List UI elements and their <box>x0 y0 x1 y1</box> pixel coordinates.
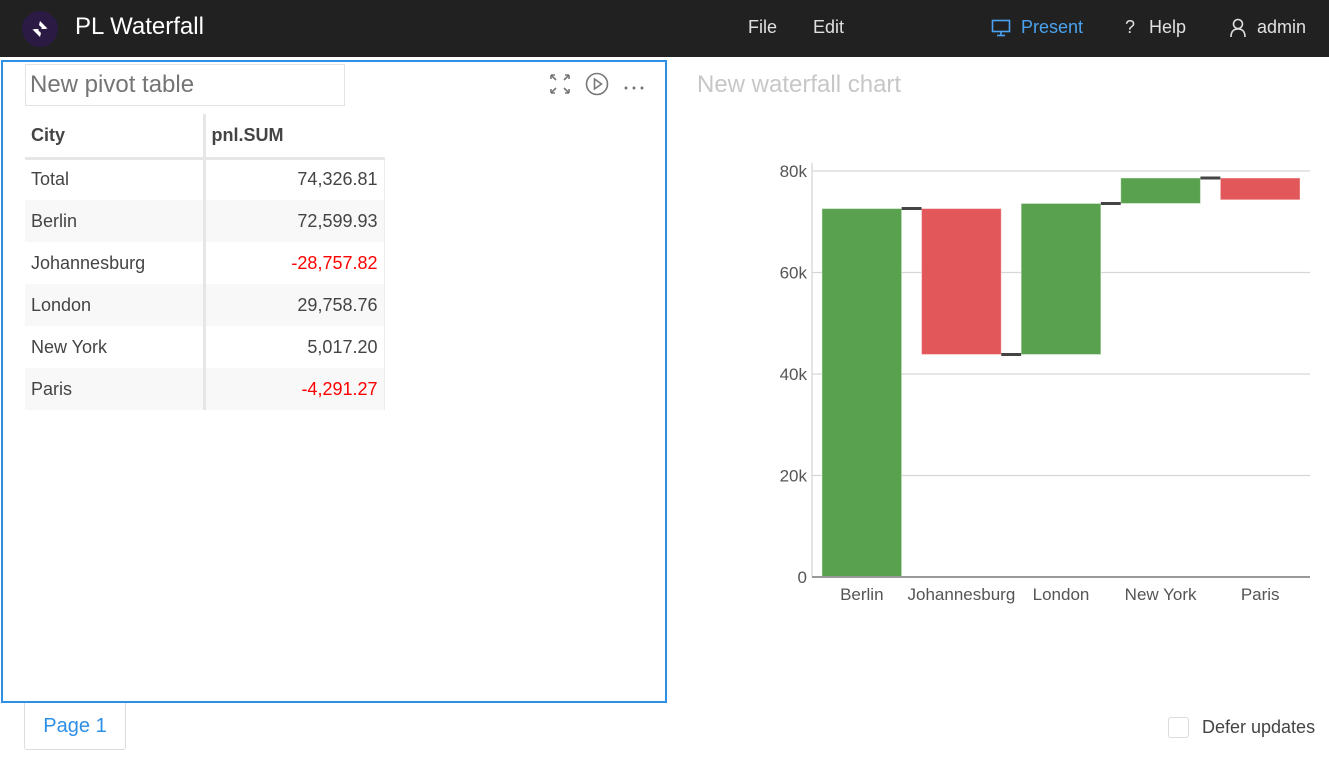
expand-icon[interactable] <box>549 73 571 100</box>
page-tab[interactable]: Page 1 <box>24 703 126 750</box>
user-menu[interactable]: admin <box>1229 17 1306 38</box>
increase-bar <box>1120 177 1201 204</box>
defer-updates-label: Defer updates <box>1202 717 1316 737</box>
x-tick-label: Johannesburg <box>908 585 1016 604</box>
column-header-pnl-sum[interactable]: pnl.SUM <box>204 114 384 160</box>
increase-bar <box>1020 202 1102 356</box>
pivot-table: City pnl.SUM Total 74,326.81 Berlin 72,599.… <box>25 114 385 410</box>
table-row[interactable]: Johannesburg -28,757.82 <box>25 242 385 284</box>
menu-edit[interactable]: Edit <box>813 17 844 38</box>
y-tick-label: 0 <box>798 568 807 587</box>
question-icon: ? <box>1125 17 1136 37</box>
pnl-sum-cell: -28,757.82 <box>204 242 385 284</box>
city-cell: Johannesburg <box>25 242 206 284</box>
y-tick-label: 40k <box>780 365 808 384</box>
table-row[interactable]: New York 5,017.20 <box>25 326 385 368</box>
pnl-sum-cell: 5,017.20 <box>204 326 385 368</box>
pnl-sum-cell: -4,291.27 <box>204 368 385 410</box>
present-button[interactable]: Present <box>991 17 1083 38</box>
decrease-bar <box>921 208 1002 356</box>
top-bar: PL Waterfall File Edit Present ? Help ad… <box>0 0 1329 57</box>
table-row[interactable]: London 29,758.76 <box>25 284 385 326</box>
defer-updates-checkbox[interactable] <box>1168 717 1189 738</box>
x-tick-label: Berlin <box>840 585 883 604</box>
play-icon[interactable] <box>585 72 609 101</box>
city-cell: New York <box>25 326 206 368</box>
waterfall-chart: 0 20k 40k 60k 80k Berlin Johannesburg London New… <box>780 162 1310 604</box>
menu-file[interactable]: File <box>748 17 777 38</box>
defer-updates-toggle[interactable]: Defer updates <box>1168 717 1315 738</box>
city-cell: London <box>25 284 206 326</box>
pivot-table-panel[interactable]: City pnl.SUM Total74,326.81Berlin72,599.… <box>1 60 667 703</box>
city-cell: Paris <box>25 368 206 410</box>
city-cell: Total <box>25 158 206 200</box>
column-header-city[interactable]: City <box>25 114 206 160</box>
present-label: Present <box>1021 17 1084 37</box>
x-tick-label: Paris <box>1241 585 1280 604</box>
pnl-sum-cell: 74,326.81 <box>204 158 385 200</box>
help-button[interactable]: ? Help <box>1125 17 1186 38</box>
monitor-icon <box>991 19 1011 37</box>
help-label: Help <box>1149 17 1187 37</box>
pnl-sum-cell: 72,599.93 <box>204 200 385 242</box>
increase-bar <box>821 208 903 578</box>
table-row[interactable]: Berlin 72,599.93 <box>25 200 385 242</box>
more-icon[interactable] <box>623 78 645 96</box>
user-label: admin <box>1257 17 1307 37</box>
table-row[interactable]: Paris -4,291.27 <box>25 368 385 410</box>
chart-title[interactable]: New waterfall chart <box>697 71 901 99</box>
y-tick-label: 60k <box>780 264 808 283</box>
decrease-bar <box>1219 177 1301 201</box>
y-tick-label: 20k <box>780 467 808 486</box>
dash-logo-icon[interactable] <box>22 11 58 47</box>
panel-toolbar <box>549 72 645 101</box>
x-tick-label: London <box>1033 585 1090 604</box>
user-icon <box>1229 18 1247 38</box>
city-cell: Berlin <box>25 200 206 242</box>
x-tick-label: New York <box>1125 585 1197 604</box>
pnl-sum-cell: 29,758.76 <box>204 284 385 326</box>
table-row[interactable]: Total 74,326.81 <box>25 158 385 200</box>
app-title: PL Waterfall <box>75 13 204 40</box>
pivot-title-input[interactable] <box>25 64 345 106</box>
y-tick-label: 80k <box>780 162 808 181</box>
